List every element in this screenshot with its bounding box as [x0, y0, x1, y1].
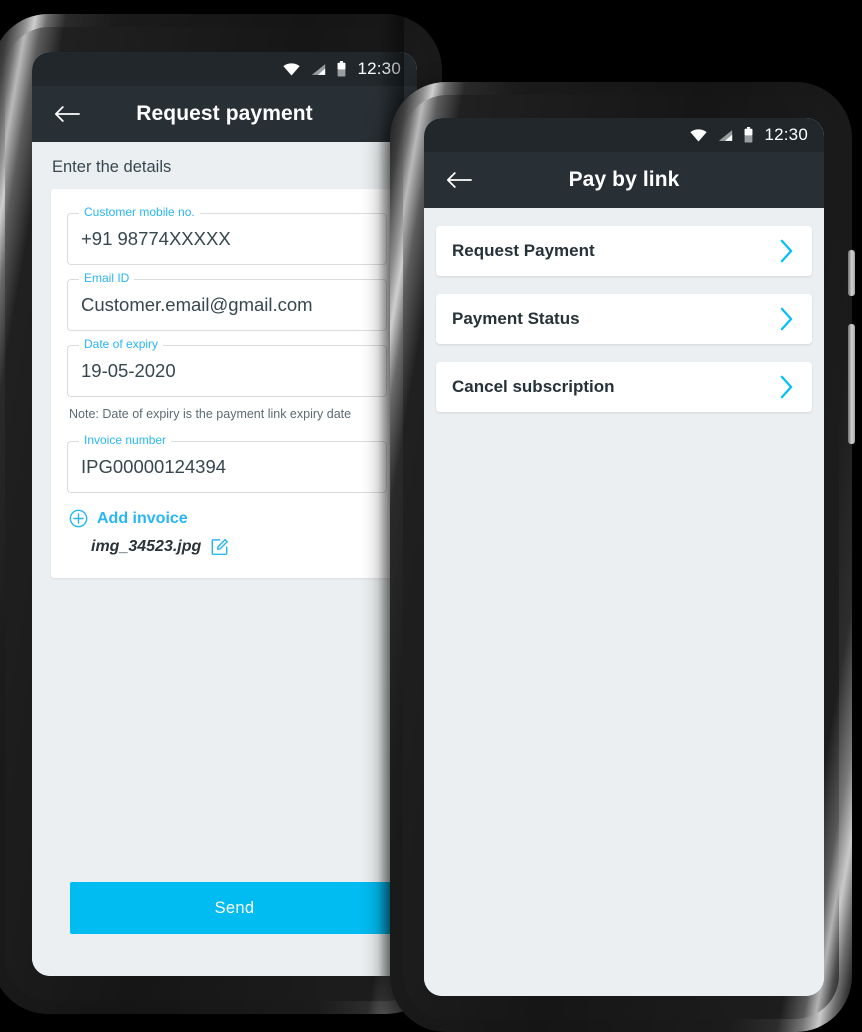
attached-file-name: img_34523.jpg — [91, 537, 202, 555]
request-payment-body: Enter the details Customer mobile no. +9… — [32, 142, 417, 976]
chevron-right-icon — [780, 239, 793, 263]
chevron-right-icon — [780, 375, 793, 399]
menu-item-label: Payment Status — [452, 309, 580, 328]
email-id-label: Email ID — [79, 271, 135, 285]
menu-item-label: Cancel subscription — [452, 377, 615, 396]
email-id-field[interactable]: Email ID Customer.email@gmail.com — [67, 271, 387, 331]
invoice-number-value: IPG00000124394 — [81, 456, 227, 477]
signal-icon — [312, 63, 326, 75]
phone-device-left: 12:30 Request payment Enter the details … — [0, 14, 442, 1014]
status-time-left: 12:30 — [357, 59, 401, 78]
battery-icon — [338, 61, 346, 77]
invoice-number-label: Invoice number — [79, 433, 172, 447]
add-invoice-label: Add invoice — [97, 509, 188, 527]
add-invoice-button[interactable]: Add invoice — [69, 509, 403, 528]
chevron-right-icon — [780, 307, 793, 331]
status-bar-left: 12:30 — [32, 52, 417, 86]
expiry-note: Note: Date of expiry is the payment link… — [69, 407, 352, 421]
customer-mobile-field[interactable]: Customer mobile no. +91 98774XXXXX — [67, 205, 387, 265]
wifi-icon — [283, 62, 301, 76]
screen-pay-by-link: 12:30 Pay by link Request Payment Paymen… — [424, 118, 824, 996]
menu-item-payment-status[interactable]: Payment Status — [436, 294, 812, 344]
pay-by-link-menu: Request Payment Payment Status Cancel su… — [424, 208, 824, 996]
screen-request-payment: 12:30 Request payment Enter the details … — [32, 52, 417, 976]
send-button[interactable]: Send — [70, 882, 399, 934]
wifi-icon — [690, 128, 708, 142]
date-of-expiry-field[interactable]: Date of expiry 19-05-2020 — [67, 337, 387, 397]
status-time-right: 12:30 — [764, 125, 808, 144]
customer-mobile-label: Customer mobile no. — [79, 205, 200, 219]
battery-icon — [745, 127, 753, 143]
invoice-number-field[interactable]: Invoice number IPG00000124394 — [67, 433, 387, 493]
customer-mobile-value: +91 98774XXXXX — [81, 228, 231, 249]
back-arrow-icon[interactable] — [54, 104, 80, 124]
phone-device-right: 12:30 Pay by link Request Payment Paymen… — [390, 82, 855, 1032]
section-title-enter-details: Enter the details — [52, 158, 172, 176]
page-title-pay-by-link: Pay by link — [568, 168, 680, 191]
menu-item-request-payment[interactable]: Request Payment — [436, 226, 812, 276]
date-of-expiry-value: 19-05-2020 — [81, 360, 176, 381]
app-bar-left: Request payment — [32, 86, 417, 142]
edit-square-icon[interactable] — [210, 537, 229, 556]
attached-invoice-row: img_34523.jpg — [91, 537, 403, 556]
request-payment-form-card: Customer mobile no. +91 98774XXXXX Email… — [51, 189, 403, 578]
signal-icon — [719, 129, 733, 141]
menu-item-cancel-subscription[interactable]: Cancel subscription — [436, 362, 812, 412]
back-arrow-icon[interactable] — [446, 170, 472, 190]
plus-circle-icon — [69, 509, 88, 528]
power-button-right[interactable] — [848, 250, 855, 296]
status-bar-right: 12:30 — [424, 118, 824, 152]
date-of-expiry-label: Date of expiry — [79, 337, 164, 351]
volume-rocker-right[interactable] — [848, 324, 855, 444]
menu-item-label: Request Payment — [452, 241, 595, 260]
page-title-request-payment: Request payment — [136, 102, 313, 125]
app-bar-right: Pay by link — [424, 152, 824, 208]
email-id-value: Customer.email@gmail.com — [81, 294, 313, 315]
